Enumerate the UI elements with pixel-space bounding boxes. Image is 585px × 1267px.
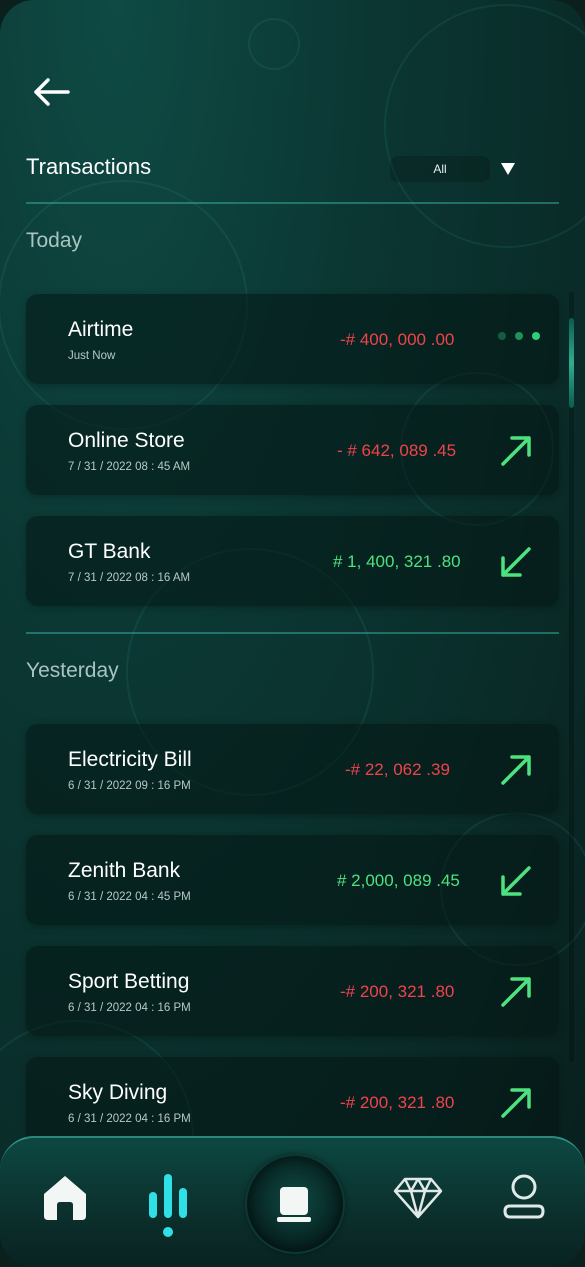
arrow-down-left-icon — [501, 547, 531, 577]
section-heading-today: Today — [26, 229, 83, 252]
transaction-date: 6 / 31 / 2022 04 : 45 PM — [68, 891, 191, 903]
transaction-card[interactable]: Airtime Just Now -# 400, 000 .00 — [26, 294, 559, 384]
wallet-icon — [277, 1187, 311, 1222]
transaction-card[interactable]: Sky Diving 6 / 31 / 2022 04 : 16 PM -# 2… — [26, 1057, 559, 1147]
transactions-screen: Transactions All Today Airtime Just Now … — [0, 0, 585, 1267]
page-title: Transactions — [26, 154, 152, 179]
transaction-name: Zenith Bank — [68, 859, 181, 882]
scrollbar-thumb[interactable] — [569, 318, 574, 408]
transaction-date: Just Now — [68, 350, 116, 362]
stats-icon — [149, 1174, 187, 1237]
arrow-down-left-icon — [501, 866, 531, 896]
transaction-name: Sky Diving — [68, 1081, 168, 1104]
chevron-down-icon[interactable] — [500, 161, 516, 177]
arrow-up-right-icon — [501, 436, 531, 466]
home-icon — [44, 1176, 86, 1220]
transaction-card[interactable]: Electricity Bill 6 / 31 / 2022 09 : 16 P… — [26, 724, 559, 814]
back-button[interactable] — [30, 72, 74, 112]
transaction-card[interactable]: GT Bank 7 / 31 / 2022 08 : 16 AM # 1, 40… — [26, 516, 559, 606]
arrow-up-right-icon — [501, 1088, 531, 1118]
arrow-left-icon — [34, 78, 70, 106]
transaction-amount: -# 400, 000 .00 — [340, 330, 455, 349]
transaction-card[interactable]: Online Store 7 / 31 / 2022 08 : 45 AM - … — [26, 405, 559, 495]
arrow-up-right-icon — [501, 977, 531, 1007]
diamond-icon — [393, 1177, 443, 1219]
transaction-amount: -# 200, 321 .80 — [340, 982, 455, 1001]
pending-dots-icon — [498, 332, 540, 340]
transaction-amount: -# 22, 062 .39 — [345, 760, 450, 779]
transaction-name: Sport Betting — [68, 970, 190, 993]
nav-stats-button[interactable] — [146, 1170, 190, 1242]
profile-icon — [503, 1174, 545, 1219]
transaction-date: 6 / 31 / 2022 09 : 16 PM — [68, 780, 191, 792]
transaction-card[interactable]: Sport Betting 6 / 31 / 2022 04 : 16 PM -… — [26, 946, 559, 1036]
divider — [26, 632, 559, 634]
transaction-date: 6 / 31 / 2022 04 : 16 PM — [68, 1113, 191, 1125]
transaction-date: 6 / 31 / 2022 04 : 16 PM — [68, 1002, 191, 1014]
transaction-name: Electricity Bill — [68, 748, 192, 771]
transaction-amount: -# 200, 321 .80 — [340, 1093, 455, 1112]
nav-home-button[interactable] — [40, 1172, 90, 1222]
nav-wallet-button[interactable] — [245, 1154, 345, 1254]
transaction-card[interactable]: Zenith Bank 6 / 31 / 2022 04 : 45 PM # 2… — [26, 835, 559, 925]
transaction-amount: # 2,000, 089 .45 — [337, 871, 460, 890]
transaction-name: GT Bank — [68, 540, 151, 563]
nav-profile-button[interactable] — [502, 1172, 546, 1222]
transaction-name: Online Store — [68, 429, 185, 452]
nav-rewards-button[interactable] — [392, 1176, 444, 1220]
transaction-name: Airtime — [68, 318, 134, 341]
filter-value: All — [433, 162, 447, 176]
transaction-date: 7 / 31 / 2022 08 : 45 AM — [68, 461, 191, 473]
transaction-date: 7 / 31 / 2022 08 : 16 AM — [68, 572, 191, 584]
decorative-circle — [384, 4, 585, 248]
transaction-amount: # 1, 400, 321 .80 — [333, 552, 461, 571]
arrow-up-right-icon — [501, 755, 531, 785]
transaction-amount: - # 642, 089 .45 — [337, 441, 457, 460]
filter-dropdown[interactable]: All — [390, 156, 490, 182]
divider — [26, 202, 559, 204]
section-heading-yesterday: Yesterday — [26, 659, 119, 682]
decorative-circle — [248, 18, 300, 70]
